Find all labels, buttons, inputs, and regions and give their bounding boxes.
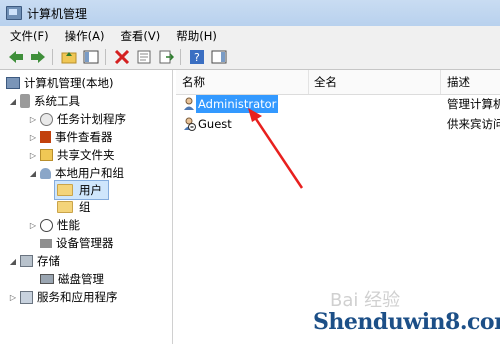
site-watermark: Shenduwin8.com bbox=[313, 309, 500, 335]
annotation-arrow bbox=[248, 108, 304, 189]
